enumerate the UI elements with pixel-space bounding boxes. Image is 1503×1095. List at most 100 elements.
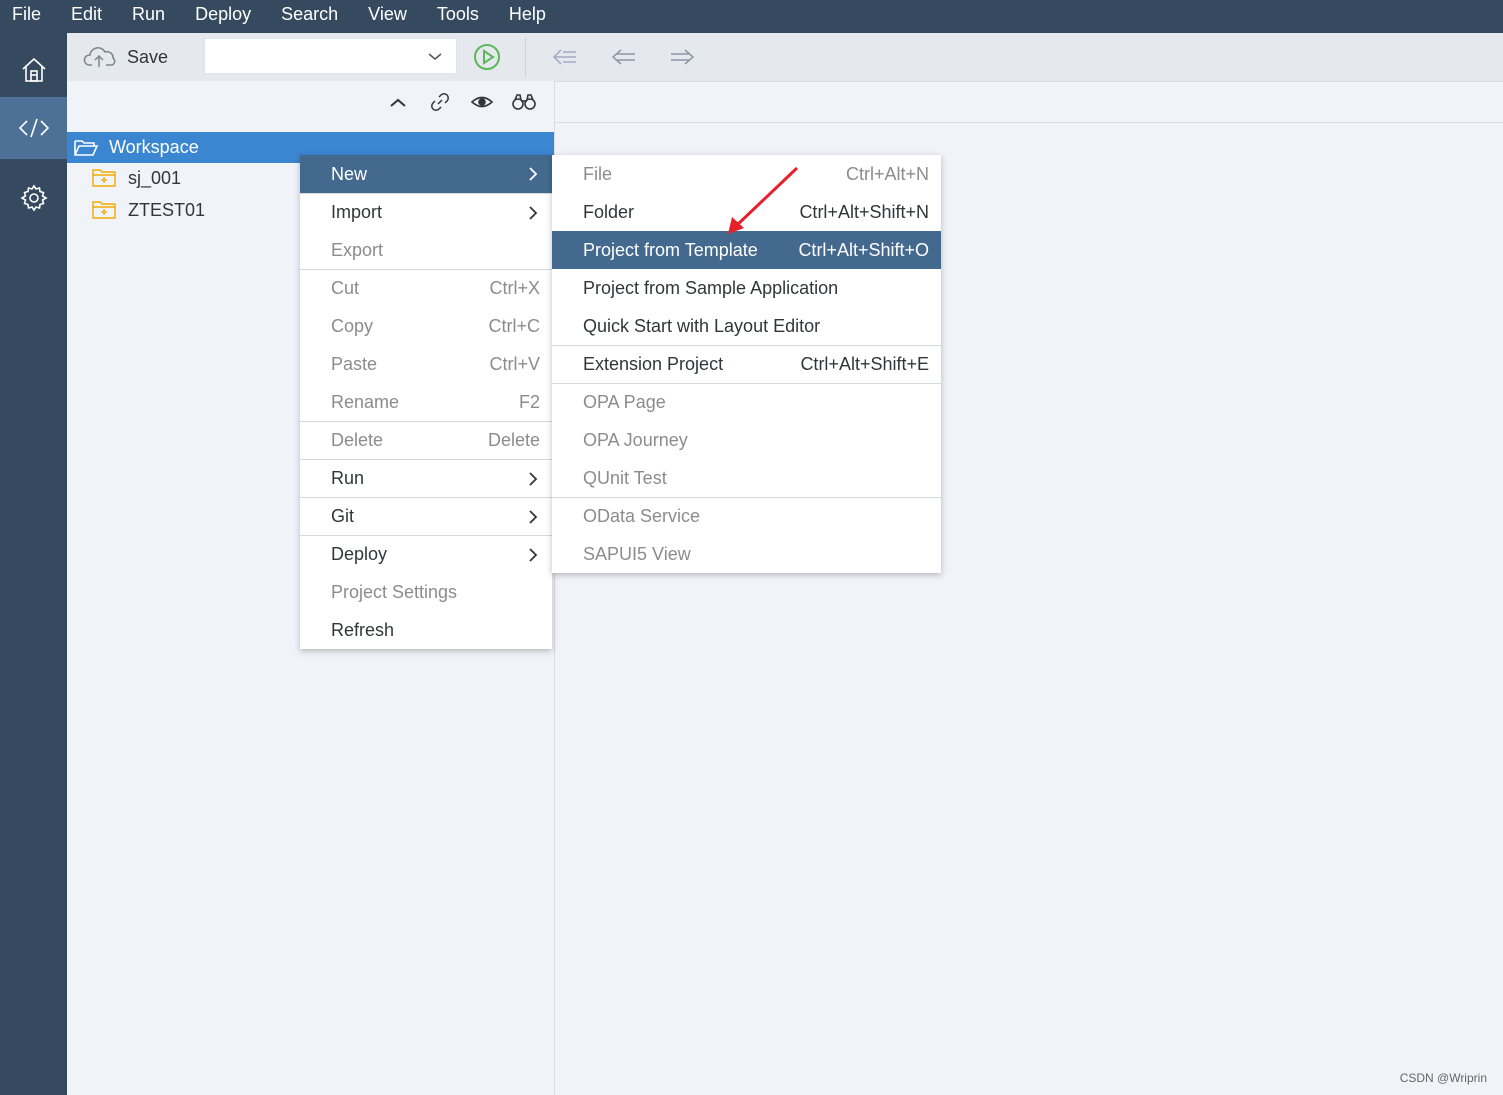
- side-navigation: [0, 33, 67, 1095]
- menu-run[interactable]: Run: [117, 0, 180, 33]
- chevron-right-icon: [526, 470, 540, 488]
- menu-search[interactable]: Search: [266, 0, 353, 33]
- new-submenu-item-odata-service[interactable]: OData Service: [552, 497, 941, 535]
- menu-item-label: Export: [331, 239, 384, 260]
- menu-item-shortcut: Ctrl+X: [489, 278, 540, 298]
- forward-button[interactable]: [668, 43, 696, 71]
- cloud-save-icon: [83, 47, 116, 67]
- context-menu-item-cut[interactable]: Cut Ctrl+X: [300, 269, 552, 307]
- menu-item-label: Import: [331, 202, 383, 222]
- toolbar-separator: [525, 37, 526, 77]
- menu-item-label: OPA Page: [583, 392, 666, 412]
- menu-item-label: OPA Journey: [583, 429, 688, 450]
- search-workspace-button[interactable]: [510, 89, 538, 115]
- menu-item-label: Delete: [331, 430, 384, 450]
- project-folder-icon: [92, 201, 116, 219]
- new-submenu-item-folder[interactable]: Folder Ctrl+Alt+Shift+N: [552, 193, 941, 231]
- menu-item-label: SAPUI5 View: [583, 543, 691, 564]
- open-folder-icon: [74, 139, 99, 156]
- new-submenu-item-quick-start-with-layout-editor[interactable]: Quick Start with Layout Editor: [552, 307, 941, 345]
- menu-bar: File Edit Run Deploy Search View Tools H…: [0, 0, 1503, 33]
- last-edit-button[interactable]: [551, 43, 579, 71]
- new-submenu-item-opa-page[interactable]: OPA Page: [552, 383, 941, 421]
- menu-item-label: Project Settings: [331, 581, 458, 602]
- last-edit-location-icon: [552, 49, 576, 65]
- home-icon: [21, 57, 46, 82]
- run-configuration-select[interactable]: [204, 38, 457, 74]
- gear-icon: [19, 184, 48, 212]
- binoculars-icon: [512, 94, 536, 110]
- toolbar: Save: [67, 33, 1503, 82]
- menu-item-shortcut: Ctrl+Alt+Shift+N: [799, 201, 929, 222]
- arrow-left-icon: [611, 49, 635, 65]
- tree-item-sj-001[interactable]: sj_001: [91, 164, 181, 192]
- context-menu: New Import Export Cut Ctrl+X Copy Ctrl+C Paste C…: [300, 155, 552, 649]
- menu-item-shortcut: Ctrl+V: [489, 353, 540, 374]
- context-menu-item-new[interactable]: New: [300, 155, 552, 193]
- menu-item-label: Paste: [331, 353, 378, 374]
- collapse-all-button[interactable]: [384, 89, 412, 115]
- chevron-down-icon: [428, 53, 442, 60]
- arrow-right-icon: [671, 49, 695, 65]
- context-menu-item-project-settings[interactable]: Project Settings: [300, 573, 552, 611]
- chevron-right-icon: [526, 204, 540, 222]
- code-icon: [18, 118, 49, 138]
- context-menu-item-export[interactable]: Export: [300, 231, 552, 269]
- chevron-right-icon: [526, 165, 540, 183]
- menu-item-label: Cut: [331, 278, 360, 298]
- play-circle-icon: [474, 44, 500, 70]
- menu-item-shortcut: Ctrl+Alt+Shift+E: [800, 354, 929, 374]
- context-menu-item-git[interactable]: Git: [300, 497, 552, 535]
- context-menu-item-delete[interactable]: Delete Delete: [300, 421, 552, 459]
- sidebar-settings[interactable]: [0, 167, 67, 229]
- back-button[interactable]: [610, 43, 638, 71]
- menu-item-label: Deploy: [331, 544, 388, 564]
- menu-item-label: Extension Project: [583, 354, 724, 374]
- link-with-editor-button[interactable]: [426, 89, 454, 115]
- new-submenu-item-qunit-test[interactable]: QUnit Test: [552, 459, 941, 497]
- new-submenu-item-project-from-sample-application[interactable]: Project from Sample Application: [552, 269, 941, 307]
- new-submenu-item-project-from-template[interactable]: Project from Template Ctrl+Alt+Shift+O: [552, 231, 941, 269]
- new-submenu-item-file[interactable]: File Ctrl+Alt+N: [552, 155, 941, 193]
- context-menu-item-import[interactable]: Import: [300, 193, 552, 231]
- tree-item-label: sj_001: [128, 167, 182, 188]
- menu-item-label: Copy: [331, 315, 374, 336]
- menu-item-label: Project from Template: [583, 239, 758, 260]
- new-submenu-item-opa-journey[interactable]: OPA Journey: [552, 421, 941, 459]
- menu-edit[interactable]: Edit: [56, 0, 117, 33]
- menu-view[interactable]: View: [353, 0, 422, 33]
- context-menu-item-paste[interactable]: Paste Ctrl+V: [300, 345, 552, 383]
- menu-item-label: Quick Start with Layout Editor: [583, 315, 821, 336]
- sidebar-development[interactable]: [0, 97, 67, 159]
- menu-item-label: Git: [331, 506, 355, 526]
- project-folder-icon: [92, 169, 116, 187]
- menu-item-label: File: [583, 163, 613, 184]
- workspace-root-label: Workspace: [109, 137, 199, 157]
- context-menu-item-run[interactable]: Run: [300, 459, 552, 497]
- context-menu-item-copy[interactable]: Copy Ctrl+C: [300, 307, 552, 345]
- menu-help[interactable]: Help: [494, 0, 561, 33]
- tree-item-ztest01[interactable]: ZTEST01: [91, 196, 205, 224]
- save-label: Save: [127, 46, 169, 67]
- save-button[interactable]: Save: [83, 43, 168, 71]
- context-menu-item-rename[interactable]: Rename F2: [300, 383, 552, 421]
- watermark: CSDN @Wriprin: [1399, 1071, 1487, 1085]
- chevron-right-icon: [526, 546, 540, 564]
- context-menu-item-deploy[interactable]: Deploy: [300, 535, 552, 573]
- menu-deploy[interactable]: Deploy: [180, 0, 266, 33]
- show-hidden-files-button[interactable]: [468, 89, 496, 115]
- new-submenu-item-sapui5-view[interactable]: SAPUI5 View: [552, 535, 941, 573]
- new-submenu-item-extension-project[interactable]: Extension Project Ctrl+Alt+Shift+E: [552, 345, 941, 383]
- menu-file[interactable]: File: [0, 0, 56, 33]
- context-menu-item-refresh[interactable]: Refresh: [300, 611, 552, 649]
- new-submenu: File Ctrl+Alt+N Folder Ctrl+Alt+Shift+N Proj…: [552, 155, 941, 573]
- menu-item-label: QUnit Test: [583, 467, 667, 488]
- run-button[interactable]: [473, 43, 501, 71]
- menu-item-label: New: [331, 163, 368, 184]
- sidebar-home[interactable]: [0, 39, 67, 101]
- collapse-icon: [390, 98, 406, 107]
- menu-item-shortcut: Ctrl+Alt+Shift+O: [798, 239, 929, 260]
- menu-item-label: Folder: [583, 201, 635, 222]
- menu-item-shortcut: Delete: [487, 430, 540, 450]
- menu-tools[interactable]: Tools: [422, 0, 494, 33]
